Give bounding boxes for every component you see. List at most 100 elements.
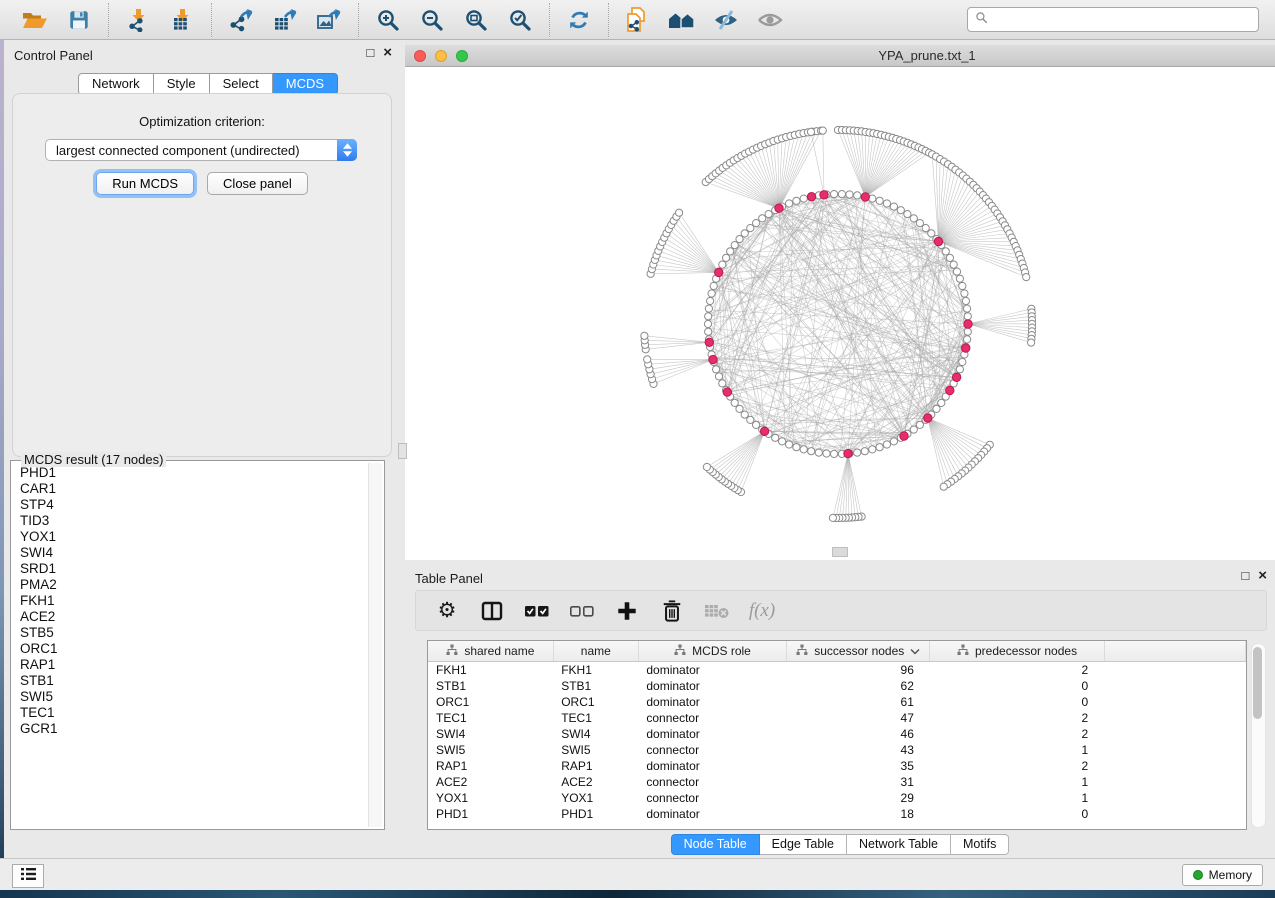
network-node[interactable] bbox=[831, 191, 838, 198]
network-node[interactable] bbox=[741, 230, 748, 237]
tab-node-table[interactable]: Node Table bbox=[671, 834, 760, 855]
tab-network[interactable]: Network bbox=[78, 73, 154, 95]
cell[interactable]: 31 bbox=[787, 774, 930, 790]
cell[interactable]: PHD1 bbox=[428, 806, 553, 822]
cell[interactable] bbox=[1104, 774, 1245, 790]
network-node[interactable] bbox=[964, 313, 971, 320]
import-table-button[interactable] bbox=[166, 5, 198, 35]
column-header-successor-nodes[interactable]: successor nodes bbox=[787, 641, 930, 662]
network-node[interactable] bbox=[793, 444, 800, 451]
mcds-result-item[interactable]: STB1 bbox=[20, 673, 367, 689]
column-header-MCDS-role[interactable]: MCDS role bbox=[638, 641, 786, 662]
cell[interactable]: dominator bbox=[638, 806, 786, 822]
export-network-button[interactable] bbox=[225, 5, 257, 35]
network-node[interactable] bbox=[1028, 339, 1035, 346]
vertical-splitter-handle[interactable] bbox=[398, 443, 407, 459]
column-header-predecessor-nodes[interactable]: predecessor nodes bbox=[930, 641, 1104, 662]
network-node[interactable] bbox=[736, 405, 743, 412]
network-node[interactable] bbox=[829, 514, 836, 521]
cell[interactable]: connector bbox=[638, 790, 786, 806]
cell[interactable]: 35 bbox=[787, 758, 930, 774]
cell[interactable]: connector bbox=[638, 742, 786, 758]
window-close-button[interactable] bbox=[414, 50, 426, 62]
network-node[interactable] bbox=[703, 463, 710, 470]
network-node[interactable] bbox=[940, 483, 947, 490]
export-image-button[interactable] bbox=[313, 5, 345, 35]
cell[interactable]: ORC1 bbox=[553, 694, 638, 710]
table-row[interactable]: RAP1RAP1dominator352 bbox=[428, 758, 1246, 774]
network-node[interactable] bbox=[786, 200, 793, 207]
network-node[interactable] bbox=[800, 195, 807, 202]
mcds-node[interactable] bbox=[723, 388, 731, 396]
table-row[interactable]: STB1STB1dominator620 bbox=[428, 678, 1246, 694]
network-node[interactable] bbox=[808, 448, 815, 455]
cell[interactable]: PHD1 bbox=[553, 806, 638, 822]
cell[interactable]: connector bbox=[638, 710, 786, 726]
optimization-select[interactable]: largest connected component (undirected) bbox=[45, 139, 357, 161]
mcds-result-item[interactable]: TID3 bbox=[20, 513, 367, 529]
mcds-result-item[interactable]: GCR1 bbox=[20, 721, 367, 737]
cell[interactable]: 1 bbox=[930, 742, 1104, 758]
mcds-result-item[interactable]: STB5 bbox=[20, 625, 367, 641]
open-file-button[interactable] bbox=[19, 5, 51, 35]
network-node[interactable] bbox=[741, 411, 748, 418]
mcds-result-item[interactable]: SRD1 bbox=[20, 561, 367, 577]
network-node[interactable] bbox=[793, 197, 800, 204]
tab-select[interactable]: Select bbox=[210, 73, 273, 95]
mcds-result-item[interactable]: CAR1 bbox=[20, 481, 367, 497]
mcds-result-item[interactable]: STP4 bbox=[20, 497, 367, 513]
cell[interactable] bbox=[1104, 790, 1245, 806]
table-scrollbar[interactable] bbox=[1251, 643, 1266, 828]
zoom-selected-button[interactable] bbox=[504, 5, 536, 35]
cell[interactable]: 2 bbox=[930, 710, 1104, 726]
select-stepper-icon[interactable] bbox=[337, 139, 357, 161]
cell[interactable] bbox=[1104, 678, 1245, 694]
cell[interactable]: YOX1 bbox=[553, 790, 638, 806]
cell[interactable]: RAP1 bbox=[428, 758, 553, 774]
network-node[interactable] bbox=[922, 225, 929, 232]
network-node[interactable] bbox=[747, 225, 754, 232]
mcds-result-item[interactable]: YOX1 bbox=[20, 529, 367, 545]
mcds-node[interactable] bbox=[952, 373, 960, 381]
mcds-result-item[interactable]: RAP1 bbox=[20, 657, 367, 673]
column-header-shared-name[interactable]: shared name bbox=[428, 641, 553, 662]
network-node[interactable] bbox=[676, 209, 683, 216]
cell[interactable]: FKH1 bbox=[553, 662, 638, 679]
cell[interactable]: STB1 bbox=[428, 678, 553, 694]
cell[interactable]: STB1 bbox=[553, 678, 638, 694]
mcds-node[interactable] bbox=[962, 344, 970, 352]
close-icon[interactable]: × bbox=[383, 46, 392, 60]
network-node[interactable] bbox=[959, 358, 966, 365]
network-node[interactable] bbox=[962, 297, 969, 304]
cell[interactable]: 2 bbox=[930, 758, 1104, 774]
network-node[interactable] bbox=[890, 203, 897, 210]
table-row[interactable]: ACE2ACE2connector311 bbox=[428, 774, 1246, 790]
network-node[interactable] bbox=[710, 282, 717, 289]
network-node[interactable] bbox=[964, 328, 971, 335]
close-icon[interactable]: × bbox=[1258, 569, 1267, 583]
table-row[interactable]: FKH1FKH1dominator962 bbox=[428, 662, 1246, 679]
network-node[interactable] bbox=[910, 215, 917, 222]
sort-indicator-icon[interactable] bbox=[910, 644, 920, 658]
mcds-node[interactable] bbox=[705, 338, 713, 346]
cell[interactable] bbox=[1104, 694, 1245, 710]
network-canvas[interactable] bbox=[405, 67, 1275, 560]
network-node[interactable] bbox=[715, 373, 722, 380]
cell[interactable]: dominator bbox=[638, 678, 786, 694]
table-row[interactable]: YOX1YOX1connector291 bbox=[428, 790, 1246, 806]
cell[interactable]: 47 bbox=[787, 710, 930, 726]
search-input[interactable] bbox=[993, 12, 1251, 28]
network-node[interactable] bbox=[705, 313, 712, 320]
show-columns-button[interactable] bbox=[478, 597, 506, 625]
cell[interactable]: 96 bbox=[787, 662, 930, 679]
network-node[interactable] bbox=[938, 399, 945, 406]
select-all-button[interactable] bbox=[523, 597, 551, 625]
network-node[interactable] bbox=[731, 242, 738, 249]
first-neighbors-button[interactable] bbox=[666, 5, 698, 35]
show-all-button[interactable] bbox=[754, 5, 786, 35]
mcds-result-scrollbar[interactable] bbox=[368, 463, 382, 827]
network-node[interactable] bbox=[956, 366, 963, 373]
cell[interactable]: 61 bbox=[787, 694, 930, 710]
network-node[interactable] bbox=[890, 438, 897, 445]
cell[interactable]: YOX1 bbox=[428, 790, 553, 806]
